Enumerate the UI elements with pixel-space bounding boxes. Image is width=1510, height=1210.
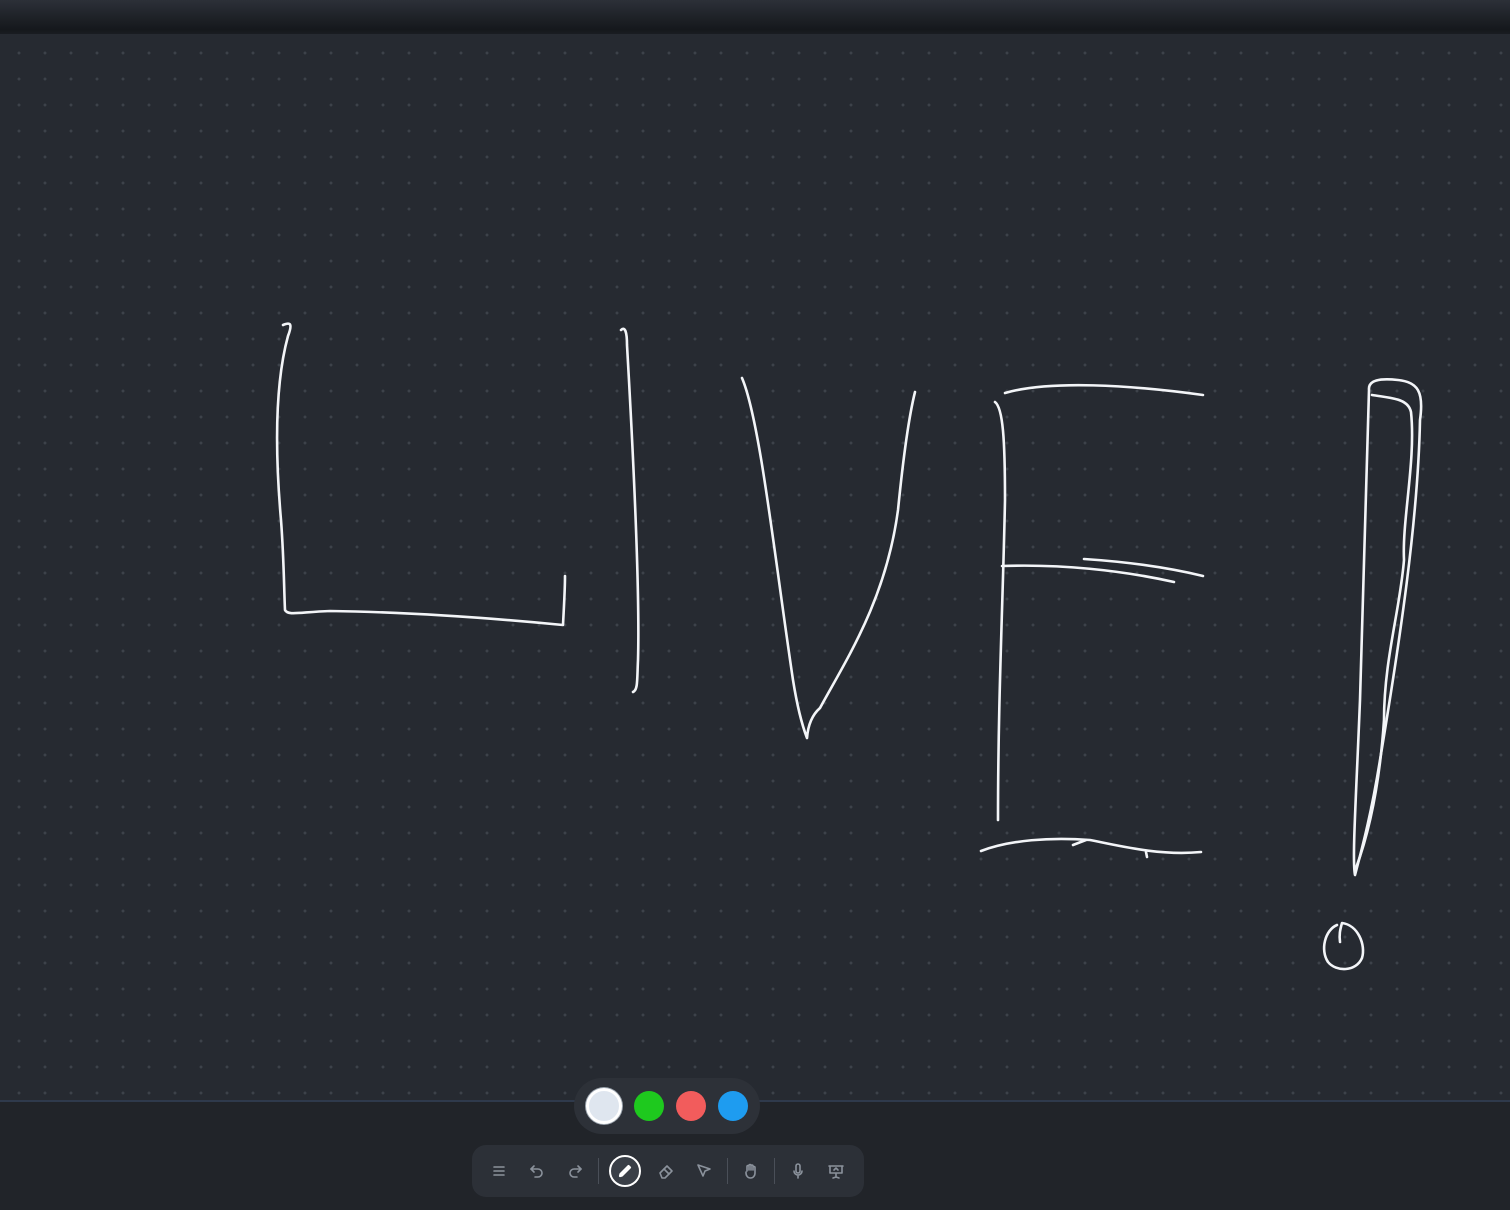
stroke-exclamation-dot [1322,921,1365,971]
stroke-letter-v [740,376,917,740]
stroke-letter-e-bottom [979,837,1203,855]
microphone-icon[interactable] [779,1152,817,1190]
color-swatch-green[interactable] [634,1091,664,1121]
stroke-letter-e-spine [993,400,1007,822]
color-swatch-blue[interactable] [718,1091,748,1121]
stroke-letter-i [619,327,640,694]
pointer-icon[interactable] [685,1152,723,1190]
handwritten-live-drawing [275,322,1423,971]
color-palette [574,1078,760,1134]
stroke-letter-e-top [1003,383,1205,397]
eraser-icon[interactable] [647,1152,685,1190]
redo-icon[interactable] [556,1152,594,1190]
stroke-letter-l [275,322,567,627]
toolbar-divider [774,1158,775,1184]
color-swatch-red[interactable] [676,1091,706,1121]
toolbar-divider [727,1158,728,1184]
drawing-toolbar [472,1145,864,1197]
stroke-exclamation-inner [1354,393,1414,870]
stroke-letter-e-middle-2 [1082,557,1205,578]
presentation-icon[interactable] [817,1152,855,1190]
hand-icon[interactable] [732,1152,770,1190]
undo-icon[interactable] [518,1152,556,1190]
toolbar-divider [598,1158,599,1184]
pen-tool-button[interactable] [605,1151,645,1191]
whiteboard-screen [0,0,1510,1210]
pen-icon [609,1155,641,1187]
stroke-letter-e-middle [1000,564,1176,584]
menu-icon[interactable] [480,1152,518,1190]
color-swatch-white[interactable] [586,1088,622,1124]
